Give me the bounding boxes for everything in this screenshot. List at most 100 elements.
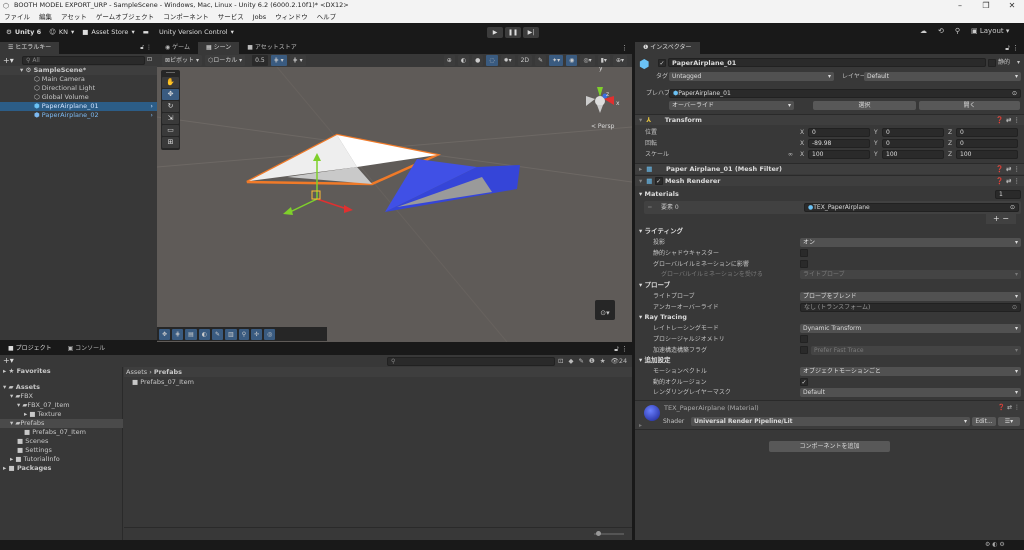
tool-pin-icon[interactable]: ✎ bbox=[211, 329, 224, 340]
material-field[interactable]: ●TEX_PaperAirplane ⊙ bbox=[804, 203, 1019, 212]
tool-axis-icon[interactable]: ✢ bbox=[251, 329, 263, 340]
rendering-layer-mask-dropdown[interactable]: Default bbox=[800, 388, 1021, 397]
breadcrumb-assets[interactable]: Assets bbox=[126, 368, 147, 376]
tree-settings[interactable]: ■ Settings bbox=[17, 446, 52, 455]
object-name-input[interactable]: PaperAirplane_01 bbox=[668, 58, 986, 67]
tag-dropdown[interactable]: Untagged bbox=[669, 72, 834, 81]
position-x-field[interactable]: 0 bbox=[808, 128, 870, 137]
search-by-type-icon[interactable]: ⊡ bbox=[558, 357, 563, 365]
menu-jobs[interactable]: Jobs bbox=[253, 11, 266, 23]
local-dropdown[interactable]: ⬡ローカル ▾ bbox=[204, 55, 246, 66]
select-button[interactable]: 選択 bbox=[813, 101, 916, 110]
hierarchy-item-directional-light[interactable]: ⬡ Directional Light bbox=[0, 84, 157, 93]
materials-count-field[interactable]: 1 bbox=[995, 190, 1021, 199]
hidden-packages-toggle[interactable]: 👁︎24 bbox=[611, 357, 628, 365]
status-icons[interactable]: ⚙ ◐ ⚙ bbox=[985, 541, 1005, 548]
version-control-dropdown[interactable]: ▬ Unity Version Control ▾ bbox=[143, 28, 234, 36]
inspector-lock-icon[interactable]: 🔓︎ ⋮ bbox=[1005, 42, 1019, 54]
menu-assets[interactable]: アセット bbox=[61, 11, 87, 23]
project-search-input[interactable]: ⚲ bbox=[387, 357, 555, 366]
camera-icon[interactable]: ◎▾ bbox=[580, 55, 595, 66]
grid-icon[interactable]: ⋕ ▾ bbox=[289, 55, 306, 66]
component-menu-icons[interactable]: ❓ ⇄ ⋮ bbox=[996, 176, 1020, 187]
open-button[interactable]: 開く bbox=[919, 101, 1020, 110]
menu-component[interactable]: コンポーネント bbox=[163, 11, 209, 23]
maximize-button[interactable]: ❐ bbox=[974, 0, 998, 11]
contribute-gi-checkbox[interactable] bbox=[800, 260, 808, 268]
ray-tracing-foldout[interactable]: ▾ Ray Tracing bbox=[639, 313, 687, 322]
tree-texture[interactable]: ▸ ■ Texture bbox=[24, 410, 61, 419]
motion-vectors-dropdown[interactable]: オブジェクトモーションごと bbox=[800, 367, 1021, 376]
mesh-filter-header[interactable]: ▸ ▦ Paper Airplane_01 (Mesh Filter) ❓ ⇄ ⋮ bbox=[635, 163, 1024, 174]
light-probes-dropdown[interactable]: プローブをブレンド bbox=[800, 292, 1021, 301]
persp-toggle[interactable]: < Persp bbox=[591, 123, 614, 130]
component-menu-icons[interactable]: ❓ ⇄ ⋮ bbox=[996, 164, 1020, 175]
hierarchy-item-paperairplane-01[interactable]: ⬢ PaperAirplane_01 › bbox=[0, 102, 157, 111]
menu-help[interactable]: ヘルプ bbox=[317, 11, 337, 23]
shader-edit-button[interactable]: Edit... bbox=[972, 417, 996, 426]
minimize-button[interactable]: – bbox=[948, 0, 972, 11]
hierarchy-item-main-camera[interactable]: ⬡ Main Camera bbox=[0, 75, 157, 84]
scale-z-field[interactable]: 100 bbox=[956, 150, 1018, 159]
scale-z-axis-label[interactable]: Z bbox=[948, 150, 952, 159]
mesh-renderer-enabled-checkbox[interactable]: ✓ bbox=[654, 177, 663, 185]
more-icon[interactable]: ⋮ bbox=[621, 42, 628, 54]
rotation-z-axis-label[interactable]: Z bbox=[948, 139, 952, 148]
tool-layers-icon[interactable]: ▥ bbox=[225, 329, 237, 340]
info-icon[interactable]: ❶ bbox=[589, 357, 595, 365]
additional-settings-foldout[interactable]: ▾ 追加設定 bbox=[639, 356, 671, 365]
position-y-field[interactable]: 0 bbox=[882, 128, 944, 137]
snap-value-field[interactable]: 0.5 bbox=[252, 55, 268, 66]
rect-tool-icon[interactable]: ▭ bbox=[162, 125, 179, 136]
unity-account-button[interactable]: ⚙ Unity 6 bbox=[6, 28, 41, 36]
search-icon[interactable]: ⚲ bbox=[955, 27, 960, 35]
layer-dropdown[interactable]: Default bbox=[864, 72, 1021, 81]
tab-inspector[interactable]: ❶ インスペクター bbox=[635, 42, 700, 54]
cast-shadows-dropdown[interactable]: オン bbox=[800, 238, 1021, 247]
materials-foldout[interactable]: ▾ Materials bbox=[639, 190, 679, 199]
static-dropdown[interactable]: ▾ bbox=[1017, 58, 1020, 67]
hierarchy-item-global-volume[interactable]: ⬡ Global Volume bbox=[0, 93, 157, 102]
account-dropdown[interactable]: ☺ KN ▾ bbox=[49, 28, 74, 36]
ray-tracing-mode-dropdown[interactable]: Dynamic Transform bbox=[800, 324, 1021, 333]
mesh-renderer-header[interactable]: ▾ ▦ ✓ Mesh Renderer ❓ ⇄ ⋮ bbox=[635, 175, 1024, 186]
history-icon[interactable]: ⟲ bbox=[938, 27, 944, 35]
rotation-y-axis-label[interactable]: Y bbox=[874, 139, 878, 148]
position-z-axis-label[interactable]: Z bbox=[948, 128, 952, 137]
pause-button[interactable]: ❚❚ bbox=[505, 27, 521, 38]
play-button[interactable]: ▶ bbox=[487, 27, 503, 38]
orientation-gizmo[interactable] bbox=[586, 87, 614, 113]
grid-snap-icon[interactable]: ⋕ ▾ bbox=[270, 55, 287, 66]
scale-x-axis-label[interactable]: X bbox=[800, 150, 804, 159]
shaded-icon[interactable]: ● bbox=[472, 55, 484, 66]
close-button[interactable]: ✕ bbox=[1000, 0, 1024, 11]
component-menu-icons[interactable]: ❓ ⇄ ⋮ bbox=[996, 115, 1020, 126]
procedural-geometry-checkbox[interactable] bbox=[800, 335, 808, 343]
tab-console[interactable]: ▣ コンソール bbox=[60, 343, 114, 355]
tree-favorites[interactable]: ▸ ★ Favorites bbox=[3, 367, 51, 376]
gizmos-icon[interactable]: ▮▾ bbox=[597, 55, 610, 66]
menu-file[interactable]: ファイル bbox=[4, 11, 30, 23]
rotate-tool-icon[interactable]: ↻ bbox=[162, 101, 179, 112]
transform-header[interactable]: ▾ ⅄ Transform ❓ ⇄ ⋮ bbox=[635, 114, 1024, 125]
scale-y-field[interactable]: 100 bbox=[882, 150, 944, 159]
search-filter-icon[interactable]: ⊡ bbox=[147, 56, 152, 63]
tool-search-icon[interactable]: ⚲ bbox=[238, 329, 250, 340]
rotation-y-field[interactable]: 0 bbox=[882, 139, 944, 148]
rotation-z-field[interactable]: 0 bbox=[956, 139, 1018, 148]
dynamic-occlusion-checkbox[interactable]: ✓ bbox=[800, 378, 808, 386]
constrain-proportions-icon[interactable]: ∞ bbox=[788, 150, 793, 159]
tab-project[interactable]: ■ プロジェクト bbox=[0, 343, 60, 355]
position-y-axis-label[interactable]: Y bbox=[874, 128, 878, 137]
unlit-icon[interactable]: ◌ bbox=[486, 55, 498, 66]
static-checkbox[interactable] bbox=[988, 59, 996, 67]
layout-dropdown[interactable]: ▣ Layout ▾ bbox=[971, 27, 1009, 35]
accel-flags-checkbox[interactable] bbox=[800, 346, 808, 354]
tree-assets[interactable]: ▾ ▰ Assets bbox=[3, 383, 40, 392]
tag-icon[interactable]: ✎ bbox=[578, 357, 583, 365]
rotation-x-field[interactable]: -89.98 bbox=[808, 139, 870, 148]
tool-rotate-icon[interactable]: ◐ bbox=[198, 329, 210, 340]
hierarchy-item-paperairplane-02[interactable]: ⬢ PaperAirplane_02 › bbox=[0, 111, 157, 120]
debug-draw-icon[interactable]: ✹▾ bbox=[500, 55, 515, 66]
effects-icon[interactable]: ✦▾ bbox=[549, 55, 564, 66]
